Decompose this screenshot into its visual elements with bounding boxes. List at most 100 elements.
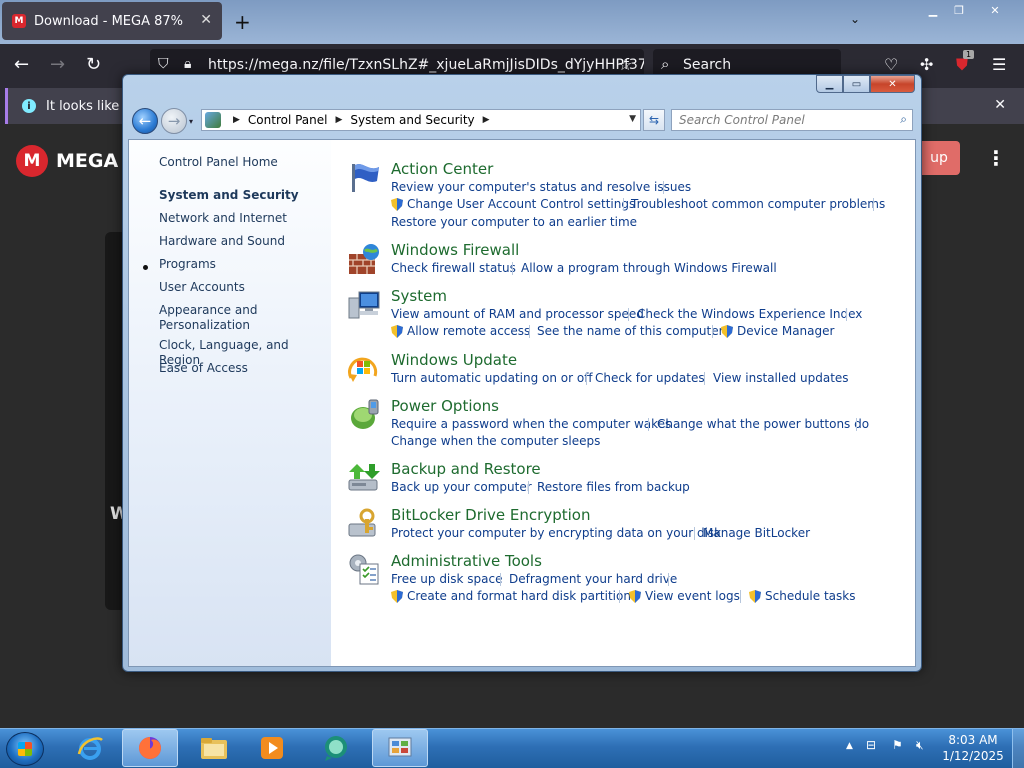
link-protect-encrypting[interactable]: Protect your computer by encrypting data… [391,526,721,540]
control-panel-sidebar: Control Panel Home System and Security N… [129,140,331,666]
bookmark-star-icon[interactable]: ☆ [618,55,632,74]
link-require-password-wake[interactable]: Require a password when the computer wak… [391,417,671,431]
breadcrumb-control-panel[interactable]: Control Panel [248,113,328,127]
taskbar-internet-explorer[interactable] [62,729,118,767]
search-icon: ⌕ [661,55,670,73]
category-title-windows-update[interactable]: Windows Update [391,351,517,369]
sidebar-item-network-and-internet[interactable]: Network and Internet [159,211,287,226]
link-restore-files[interactable]: Restore files from backup [537,480,690,494]
back-button[interactable]: ← [132,108,158,134]
show-hidden-icons[interactable]: ▲ [846,741,853,751]
link-free-up-disk-space[interactable]: Free up disk space [391,572,503,586]
recent-pages-icon[interactable]: ▾ [189,117,193,126]
close-notice-icon[interactable]: ✕ [994,97,1006,113]
link-windows-experience-index[interactable]: Check the Windows Experience Index [637,307,862,321]
taskbar-file-explorer[interactable] [186,729,242,767]
control-panel-search-input[interactable]: Search Control Panel ⌕ [671,109,913,131]
address-bar[interactable]: ▶ Control Panel ▶ System and Security ▶ … [201,109,641,131]
category-title-action-center[interactable]: Action Center [391,160,493,178]
breadcrumb-separator-icon[interactable]: ▶ [233,115,240,125]
show-desktop-button[interactable] [1012,729,1024,768]
link-allow-program-firewall[interactable]: Allow a program through Windows Firewall [521,261,777,275]
close-button[interactable]: ✕ [870,75,915,93]
lock-icon[interactable]: 🔒︎ [184,56,191,72]
category-title-power-options[interactable]: Power Options [391,397,499,415]
new-tab-button[interactable]: + [234,10,251,34]
link-view-installed-updates[interactable]: View installed updates [713,371,849,385]
network-icon[interactable]: ⊟ [866,738,876,752]
restore-icon[interactable]: ❐ [942,0,976,20]
forward-button[interactable]: → [161,108,187,134]
browser-tab[interactable]: M Download - MEGA 87% ✕ [2,2,222,40]
link-change-sleep[interactable]: Change when the computer sleeps [391,434,600,448]
link-divider [619,590,620,603]
link-review-status[interactable]: Review your computer's status and resolv… [391,180,691,194]
start-button[interactable] [6,732,44,766]
sidebar-item-user-accounts[interactable]: User Accounts [159,280,245,295]
link-allow-remote-access[interactable]: Allow remote access [391,324,530,338]
breadcrumb-separator-icon[interactable]: ▶ [336,115,343,125]
mega-logo[interactable]: M MEGA [16,145,118,177]
link-schedule-tasks[interactable]: Schedule tasks [749,589,855,603]
category-title-windows-firewall[interactable]: Windows Firewall [391,241,519,259]
more-options-icon[interactable]: ⋮ [986,146,1006,170]
category-title-bitlocker[interactable]: BitLocker Drive Encryption [391,506,590,524]
shield-icon[interactable]: ⛉ [158,56,169,72]
link-manage-bitlocker[interactable]: Manage BitLocker [703,526,810,540]
maximize-button[interactable]: ▭ [843,75,870,93]
taskbar-app[interactable] [308,729,364,767]
link-change-uac-settings[interactable]: Change User Account Control settings [391,197,635,211]
link-back-up-computer[interactable]: Back up your computer [391,480,532,494]
volume-muted-icon[interactable]: 🔇︎ [916,738,924,753]
sidebar-item-hardware-and-sound[interactable]: Hardware and Sound [159,234,285,249]
link-device-manager[interactable]: Device Manager [721,324,834,338]
control-panel-content: Control Panel Home System and Security N… [128,139,916,667]
reload-icon[interactable]: ↻ [86,54,101,75]
breadcrumb-system-and-security[interactable]: System and Security [350,113,474,127]
link-see-computer-name[interactable]: See the name of this computer [537,324,724,338]
close-tab-icon[interactable]: ✕ [200,12,212,28]
system-clock[interactable]: 8:03 AM 1/12/2025 [940,732,1006,764]
action-center-flag-icon[interactable]: ⚑ [892,738,903,752]
sidebar-item-programs[interactable]: Programs [159,257,216,272]
link-create-format-partitions[interactable]: Create and format hard disk partitions [391,589,637,603]
sidebar-item-system-and-security[interactable]: System and Security [159,188,299,203]
category-title-backup-and-restore[interactable]: Backup and Restore [391,460,541,478]
tab-title: Download - MEGA 87% [34,13,183,29]
link-view-event-logs[interactable]: View event logs [629,589,740,603]
mega-logo-text: MEGA [56,150,119,172]
extensions-icon[interactable]: ✣ [920,55,933,74]
sidebar-item-appearance-and-personalization[interactable]: Appearance and Personalization [159,303,269,333]
browser-search-placeholder: Search [683,57,732,73]
link-check-for-updates[interactable]: Check for updates [595,371,705,385]
taskbar-control-panel[interactable] [372,729,428,767]
link-troubleshoot-problems[interactable]: Troubleshoot common computer problems [631,197,885,211]
address-dropdown-icon[interactable]: ▼ [629,114,636,124]
menu-icon[interactable]: ☰ [992,55,1006,74]
minimize-button[interactable]: ▁ [816,75,843,93]
pocket-icon[interactable]: ♡ [884,55,898,74]
refresh-button[interactable]: ⇆ [643,109,665,131]
sidebar-item-control-panel-home[interactable]: Control Panel Home [159,155,278,170]
forward-arrow-icon[interactable]: → [50,54,65,75]
link-restore-computer[interactable]: Restore your computer to an earlier time [391,215,637,229]
search-icon[interactable]: ⌕ [900,112,907,127]
category-title-administrative-tools[interactable]: Administrative Tools [391,552,542,570]
breadcrumb-separator-icon[interactable]: ▶ [483,115,490,125]
link-check-firewall-status[interactable]: Check firewall status [391,261,516,275]
list-all-tabs-icon[interactable]: ⌄ [850,12,860,26]
sidebar-item-ease-of-access[interactable]: Ease of Access [159,361,248,376]
category-title-system[interactable]: System [391,287,447,305]
uac-shield-icon [721,325,733,338]
link-automatic-updating[interactable]: Turn automatic updating on or off [391,371,593,385]
link-view-ram-processor[interactable]: View amount of RAM and processor speed [391,307,644,321]
taskbar-media-player[interactable] [244,729,300,767]
taskbar-firefox[interactable] [122,729,178,767]
signup-button[interactable]: up [918,141,960,175]
action-center-flag-icon [352,164,379,192]
back-arrow-icon[interactable]: ← [14,54,29,75]
close-window-icon[interactable]: ✕ [978,0,1012,20]
link-change-power-buttons[interactable]: Change what the power buttons do [657,417,869,431]
link-divider [586,372,587,385]
link-defragment[interactable]: Defragment your hard drive [509,572,677,586]
